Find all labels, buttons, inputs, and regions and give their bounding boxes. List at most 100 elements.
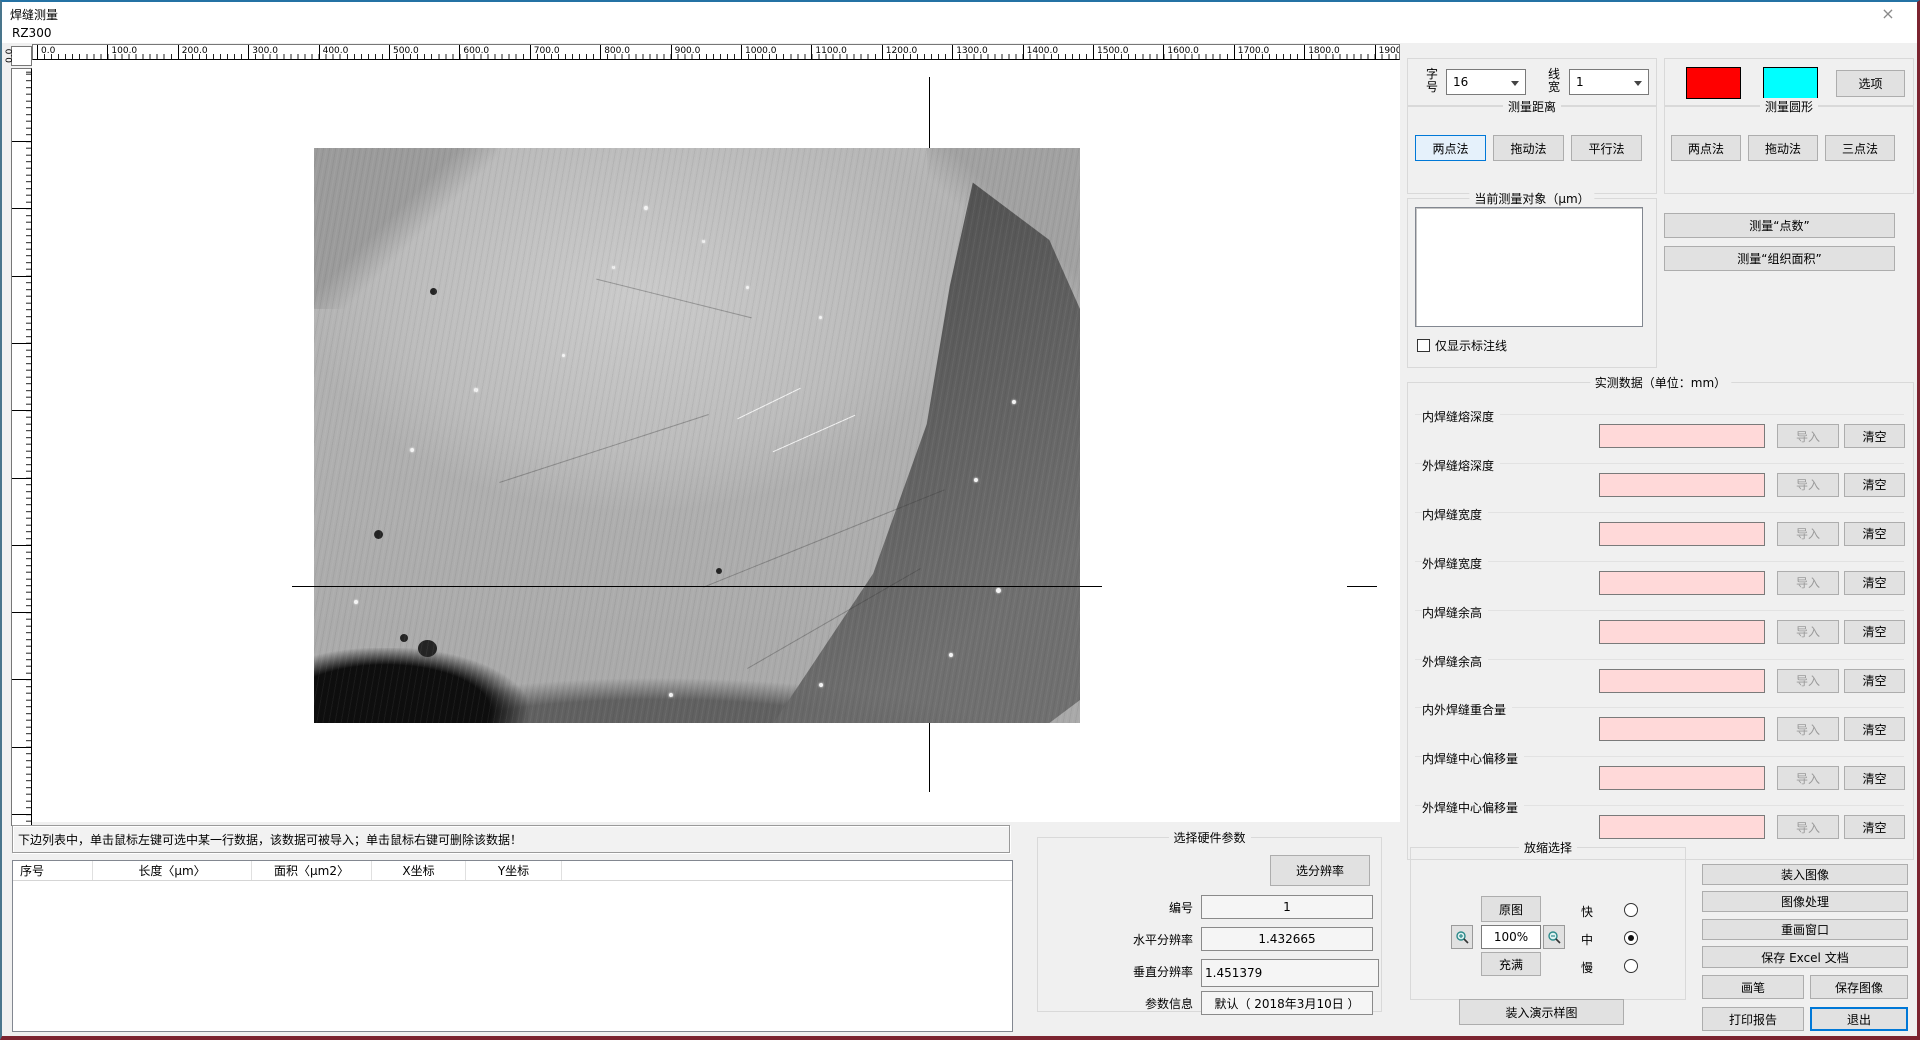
import-button[interactable]: 导入 [1777, 620, 1839, 644]
measured-field-input[interactable] [1599, 620, 1765, 644]
speed-radio[interactable] [1624, 931, 1638, 945]
measured-field-input[interactable] [1599, 717, 1765, 741]
speed-radio[interactable] [1624, 959, 1638, 973]
hardware-param-row: 垂直分辨率 1.451379 [1038, 959, 1381, 983]
v-ruler-tick: 800.0 [12, 612, 31, 613]
load-demo-image-button[interactable]: 装入演示样图 [1459, 999, 1624, 1025]
image-process-button[interactable]: 图像处理 [1702, 891, 1908, 912]
h-ruler-label: 1700.0 [1234, 45, 1270, 59]
redraw-window-button[interactable]: 重画窗口 [1702, 919, 1908, 940]
print-report-button[interactable]: 打印报告 [1702, 1007, 1804, 1031]
import-button[interactable]: 导入 [1777, 669, 1839, 693]
only-show-lines-checkbox[interactable] [1417, 339, 1430, 352]
measure-circle-group: 测量圆形 两点法拖动法三点法 [1664, 106, 1914, 194]
h-ruler-label: 900.0 [671, 45, 701, 59]
clear-button[interactable]: 清空 [1844, 522, 1905, 546]
save-excel-button[interactable]: 保存 Excel 文档 [1702, 946, 1908, 968]
measure-points-button[interactable]: 测量“点数” [1664, 213, 1895, 238]
font-size-select[interactable]: 16 [1446, 69, 1526, 95]
menu-item-rz300[interactable]: RZ300 [12, 26, 51, 40]
clear-button[interactable]: 清空 [1844, 571, 1905, 595]
import-button[interactable]: 导入 [1777, 571, 1839, 595]
zoom-out-button[interactable] [1543, 925, 1565, 949]
clear-button[interactable]: 清空 [1844, 815, 1905, 839]
pen-button[interactable]: 画笔 [1702, 975, 1804, 999]
hardware-param-value[interactable]: 1.451379 [1201, 959, 1379, 987]
clear-button[interactable]: 清空 [1844, 766, 1905, 790]
load-image-button[interactable]: 装入图像 [1702, 864, 1908, 885]
zoom-select-title: 放缩选择 [1519, 839, 1577, 856]
choose-resolution-button[interactable]: 选分辨率 [1270, 855, 1370, 886]
clear-button[interactable]: 清空 [1844, 717, 1905, 741]
options-button[interactable]: 选项 [1836, 70, 1905, 97]
clear-button[interactable]: 清空 [1844, 424, 1905, 448]
measured-field-input[interactable] [1599, 766, 1765, 790]
measured-field-row: 内焊缝宽度 导入 清空 [1407, 502, 1914, 551]
zoom-percent-field[interactable]: 100% [1481, 925, 1541, 949]
primary-color-swatch[interactable] [1686, 67, 1741, 99]
current-object-listbox[interactable] [1415, 207, 1643, 327]
import-button[interactable]: 导入 [1777, 473, 1839, 497]
import-button[interactable]: 导入 [1777, 522, 1839, 546]
speed-radio[interactable] [1624, 903, 1638, 917]
hardware-param-value[interactable]: 1 [1201, 895, 1373, 919]
font-size-value: 16 [1453, 75, 1468, 89]
original-size-button[interactable]: 原图 [1481, 896, 1541, 922]
hardware-param-row: 编号 1 [1038, 895, 1381, 919]
circle-method-button[interactable]: 拖动法 [1748, 135, 1818, 161]
h-ruler-label: 200.0 [178, 45, 208, 59]
hardware-param-value[interactable]: 默认（ 2018年3月10日 ） [1201, 991, 1373, 1015]
clear-button[interactable]: 清空 [1844, 669, 1905, 693]
hardware-param-label: 编号 [1038, 899, 1193, 916]
h-ruler-label: 1000.0 [741, 45, 777, 59]
ruler-corner-label: 0.0 [5, 49, 15, 63]
measured-field-input[interactable] [1599, 424, 1765, 448]
results-table[interactable]: 序号长度〈μm〉面积〈μm2〉X坐标Y坐标 [12, 860, 1013, 1032]
zoom-in-button[interactable] [1451, 925, 1473, 949]
measured-field-input[interactable] [1599, 815, 1765, 839]
image-canvas[interactable] [32, 60, 1400, 822]
fill-button[interactable]: 充满 [1481, 952, 1541, 976]
h-ruler-label: 1100.0 [811, 45, 847, 59]
title-bar: 焊缝测量 × [2, 2, 1917, 24]
v-ruler-label: 1000.0 [11, 716, 14, 748]
exit-button[interactable]: 退出 [1810, 1007, 1908, 1031]
hardware-param-label: 垂直分辨率 [1038, 963, 1193, 980]
v-ruler-label: 500.0 [11, 385, 14, 411]
v-ruler-label: 200.0 [11, 184, 14, 210]
circle-method-button[interactable]: 三点法 [1825, 135, 1895, 161]
results-table-header-cell: 长度〈μm〉 [93, 861, 252, 880]
measured-field-row: 内焊缝中心偏移量 导入 清空 [1407, 746, 1914, 795]
speed-option-label: 中 [1581, 931, 1593, 948]
save-image-button[interactable]: 保存图像 [1810, 975, 1908, 999]
distance-method-button[interactable]: 平行法 [1571, 135, 1642, 161]
measured-field-row: 外焊缝中心偏移量 导入 清空 [1407, 795, 1914, 844]
measured-field-input[interactable] [1599, 473, 1765, 497]
distance-method-button[interactable]: 拖动法 [1493, 135, 1564, 161]
measured-field-input[interactable] [1599, 522, 1765, 546]
line-width-select[interactable]: 1 [1569, 69, 1649, 95]
measure-circle-title: 测量圆形 [1760, 98, 1818, 115]
import-button[interactable]: 导入 [1777, 766, 1839, 790]
secondary-color-swatch[interactable] [1763, 67, 1818, 99]
hardware-param-value[interactable]: 1.432665 [1201, 927, 1373, 951]
measured-field-input[interactable] [1599, 571, 1765, 595]
measure-distance-group: 测量距离 两点法拖动法平行法 [1407, 106, 1657, 194]
import-button[interactable]: 导入 [1777, 815, 1839, 839]
zoom-in-icon [1455, 930, 1469, 944]
import-button[interactable]: 导入 [1777, 424, 1839, 448]
close-icon[interactable]: × [1867, 2, 1909, 24]
results-table-header-cell: Y坐标 [466, 861, 562, 880]
measured-field-input[interactable] [1599, 669, 1765, 693]
import-button[interactable]: 导入 [1777, 717, 1839, 741]
clear-button[interactable]: 清空 [1844, 473, 1905, 497]
app-window: 焊缝测量 × RZ300 0.0 0.0100.0200.0300.0400.0… [0, 0, 1920, 1040]
line-width-label: 线宽 [1548, 68, 1562, 94]
weld-specimen-image[interactable] [314, 148, 1080, 723]
clear-button[interactable]: 清空 [1844, 620, 1905, 644]
measured-field-row: 外焊缝宽度 导入 清空 [1407, 551, 1914, 600]
distance-method-button[interactable]: 两点法 [1415, 135, 1486, 161]
circle-method-button[interactable]: 两点法 [1671, 135, 1741, 161]
measure-area-button[interactable]: 测量“组织面积” [1664, 246, 1895, 271]
hardware-param-label: 水平分辨率 [1038, 931, 1193, 948]
